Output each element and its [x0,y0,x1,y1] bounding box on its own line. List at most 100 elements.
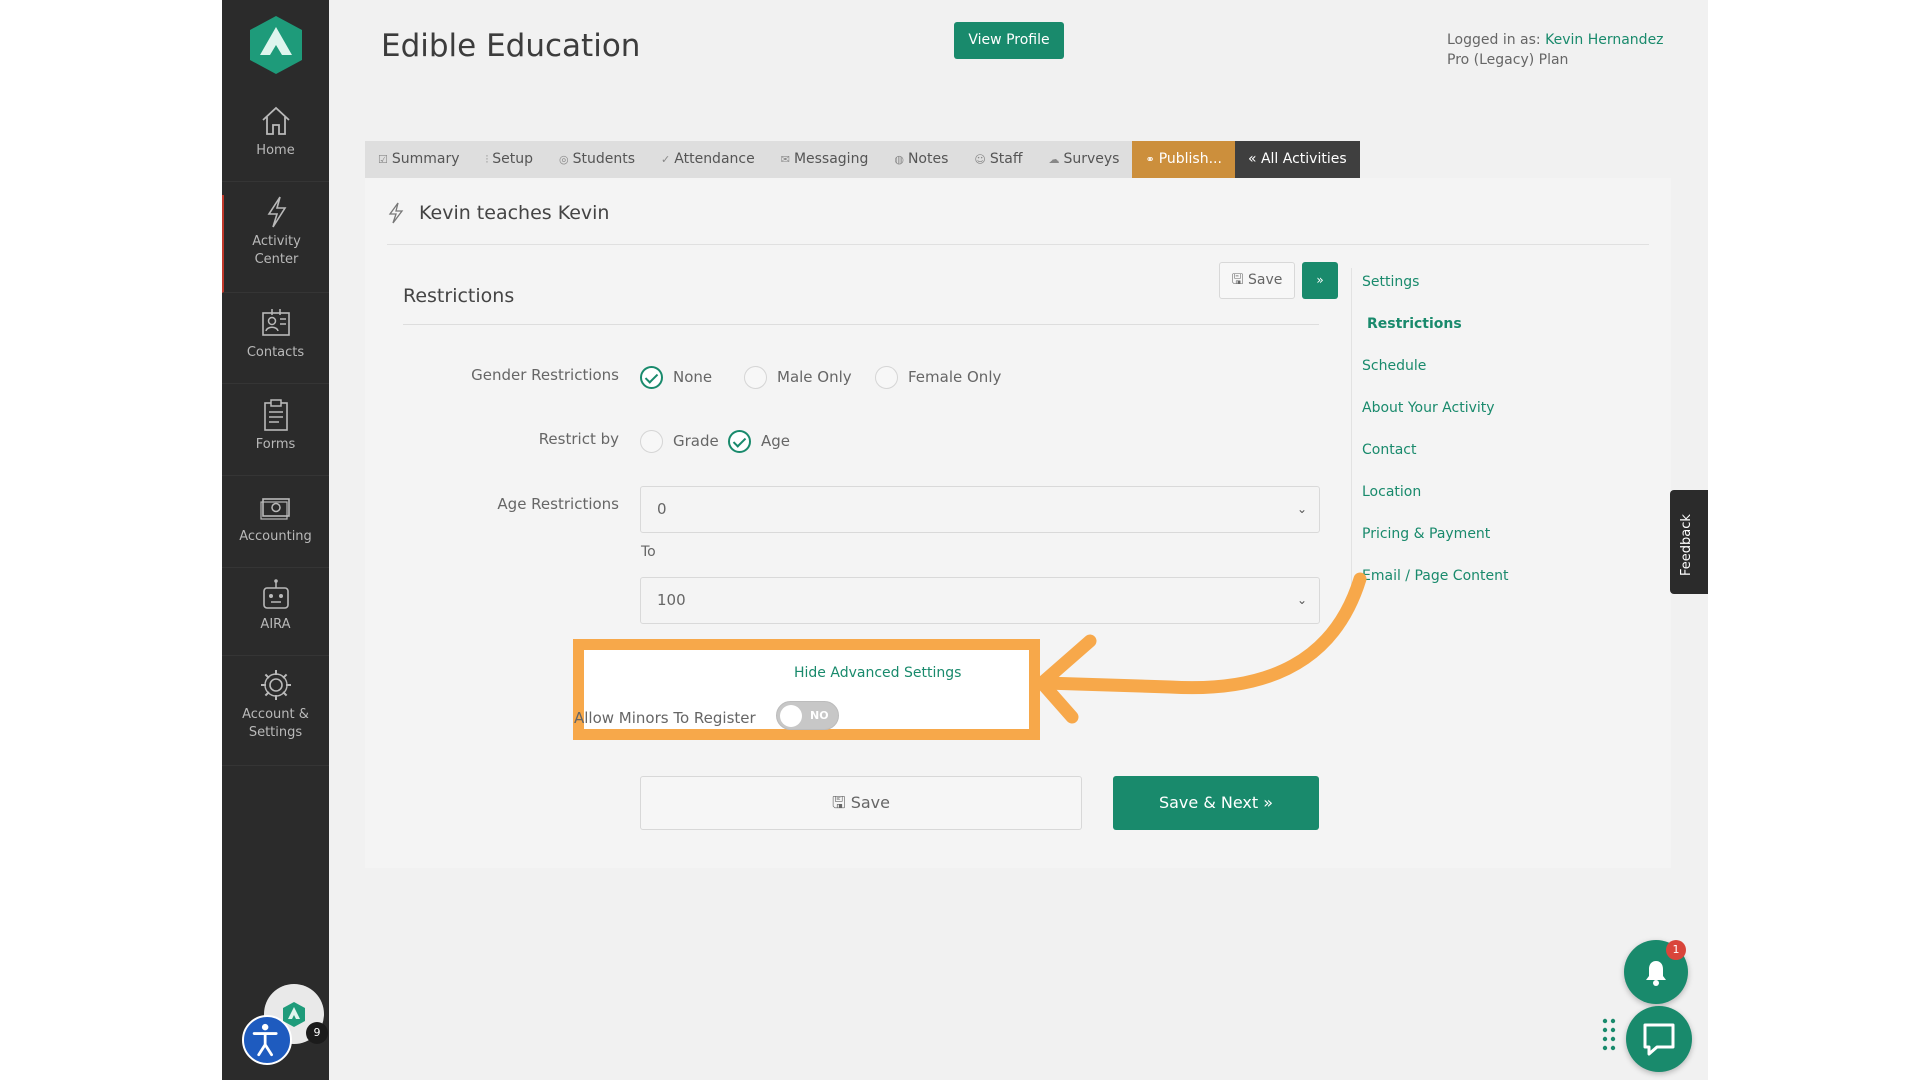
tab-label: Students [572,151,636,167]
sliders-icon: ⫶ [485,153,489,166]
save-and-next-button[interactable]: Save & Next » [1113,776,1319,830]
next-button[interactable]: » [1302,262,1338,299]
sidebar-item-contacts[interactable]: Contacts [222,306,329,384]
tab-label: Notes [907,151,949,167]
hide-advanced-settings-link[interactable]: Hide Advanced Settings [794,665,961,681]
bottom-save-button[interactable]: 🖫 Save [640,776,1082,830]
staff-icon: ☺ [974,153,986,166]
chat-icon [1643,1023,1675,1056]
tab-setup[interactable]: ⫶ Setup [473,141,547,178]
notes-icon: ◍ [894,153,904,166]
save-label: Save [1248,272,1283,288]
sidebar-item-accounting[interactable]: Accounting [222,490,329,568]
chat-button[interactable] [1626,1006,1692,1072]
gender-radio-none[interactable]: None [640,365,712,389]
side-nav-about-your-activity[interactable]: About Your Activity [1362,400,1495,416]
gender-restrictions-label: Gender Restrictions [471,366,619,384]
sidebar-item-account-settings[interactable]: Account & Settings [222,668,329,766]
age-restrictions-label: Age Restrictions [497,495,619,513]
accessibility-icon [252,1023,278,1057]
radio-label: Grade [673,432,719,450]
feedback-tab[interactable]: Feedback [1670,490,1708,594]
allow-minors-toggle[interactable]: NO [776,701,839,730]
side-nav-location[interactable]: Location [1362,484,1421,500]
tab-label: Surveys [1063,151,1120,167]
side-nav-schedule[interactable]: Schedule [1362,358,1426,374]
gear-icon [260,670,291,700]
tab-summary[interactable]: ☑ Summary [365,141,473,178]
arrow-hexagon-logo-icon[interactable] [248,15,304,75]
save-label: Save [850,793,890,812]
logged-in-prefix: Logged in as: [1447,32,1541,48]
select-value: 100 [657,591,686,609]
allow-minors-label: Allow Minors To Register [574,709,756,727]
radio-label: Age [761,432,791,450]
view-profile-button[interactable]: View Profile [954,22,1064,59]
lightning-icon [388,202,404,224]
sidebar-item-label: Forms [255,437,296,452]
tab-messaging[interactable]: ✉ Messaging [768,141,882,178]
page-title: Edible Education [381,28,641,64]
cloud-icon: ☁ [1048,153,1060,166]
activity-title: Kevin teaches Kevin [419,202,610,224]
tab-students[interactable]: ◎ Students [546,141,648,178]
envelope-icon: ✉ [780,153,790,166]
tab-label: Publish... [1158,151,1222,167]
activity-panel: Kevin teaches Kevin Restrictions 🖫 Save … [365,178,1671,868]
tab-attendance[interactable]: ✓ Attendance [648,141,768,178]
radio-label: Male Only [777,368,852,386]
tab-label: « All Activities [1247,151,1347,167]
side-nav-restrictions[interactable]: Restrictions [1367,316,1462,332]
user-name-link[interactable]: Kevin Hernandez [1545,32,1663,48]
gender-radio-male-only[interactable]: Male Only [744,365,852,389]
tab-label: Attendance [674,151,755,167]
sidebar: Home Activity Center Contacts Forms Acco… [222,0,329,1080]
clipboard-icon [263,399,288,431]
sidebar-item-label: Contacts [246,345,305,360]
restrict-radio-age[interactable]: Age [728,429,790,453]
tab-label: Setup [492,151,534,167]
app-frame: Home Activity Center Contacts Forms Acco… [222,0,1708,1080]
side-nav-email-page-content[interactable]: Email / Page Content [1362,568,1508,584]
sidebar-item-label: Home [256,143,295,158]
tab-notes[interactable]: ◍ Notes [881,141,961,178]
annotation-arrow-icon [1035,572,1367,724]
radio-check-icon [640,365,663,389]
sidebar-item-aira[interactable]: AIRA [222,578,329,656]
age-from-select[interactable]: 0 ⌄ [640,486,1320,533]
tab-staff[interactable]: ☺ Staff [961,141,1035,178]
tab-label: Summary [391,151,460,167]
link-icon: ⚭ [1145,153,1155,166]
sidebar-item-activity-center[interactable]: Activity Center [222,195,329,293]
sidebar-item-label: Account & Settings [242,707,309,740]
restrict-by-label: Restrict by [538,430,619,448]
tab-label: Staff [989,151,1023,167]
radio-circle-icon [875,365,898,389]
radio-circle-icon [744,365,767,389]
tab-surveys[interactable]: ☁ Surveys [1035,141,1132,178]
tab-publish[interactable]: ⚭ Publish... [1132,141,1235,178]
side-nav-contact[interactable]: Contact [1362,442,1416,458]
checkbox-icon: ☑ [378,153,388,166]
chevron-down-icon: ⌄ [1296,502,1307,516]
save-icon: 🖫 [1231,272,1248,288]
activity-header: Kevin teaches Kevin [387,178,1649,245]
gender-radio-female-only[interactable]: Female Only [875,365,1001,389]
drag-dots-icon[interactable] [1602,1018,1616,1052]
tab-all-activities[interactable]: « All Activities [1234,141,1360,178]
activity-tabs: ☑ Summary ⫶ Setup ◎ Students ✓ Attendance ✉ M… [365,141,1360,178]
side-nav-pricing-payment[interactable]: Pricing & Payment [1362,526,1490,542]
accessibility-button[interactable] [242,1015,292,1065]
side-nav-settings[interactable]: Settings [1362,274,1419,290]
section-title: Restrictions [403,285,515,307]
sidebar-item-label: AIRA [260,617,291,632]
sidebar-item-home[interactable]: Home [222,104,329,182]
cash-icon [259,498,290,520]
home-icon [261,106,290,135]
notification-count-badge: 1 [1666,940,1686,960]
save-icon: 🖫 [832,793,851,812]
radio-label: None [673,368,713,386]
sidebar-item-forms[interactable]: Forms [222,398,329,476]
restrict-radio-grade[interactable]: Grade [640,429,719,453]
save-button[interactable]: 🖫 Save [1219,262,1295,299]
